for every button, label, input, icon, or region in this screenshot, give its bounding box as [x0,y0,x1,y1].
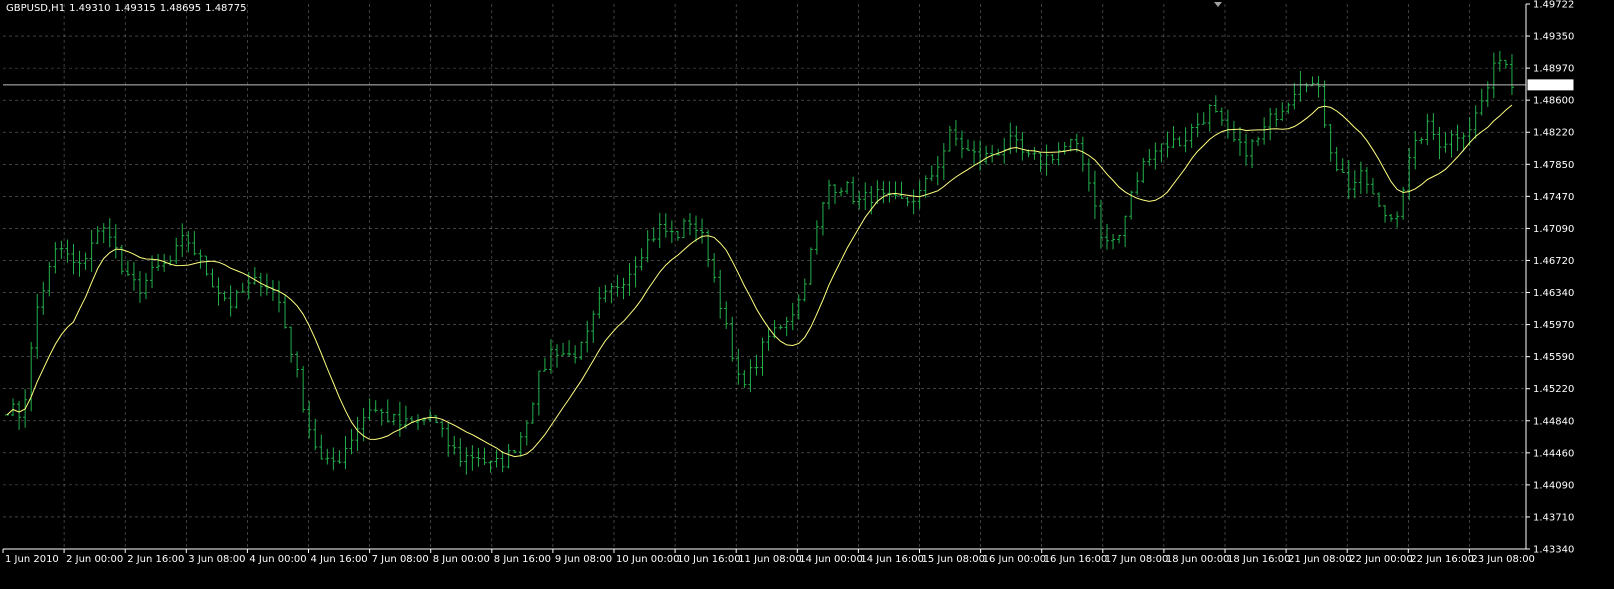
price-axis-label: 1.45220 [1533,384,1574,395]
time-axis-label: 4 Jun 00:00 [249,554,306,565]
current-price-tag: 1.48775 [1526,78,1575,92]
price-axis-label: 1.45590 [1533,352,1574,363]
price-axis-label: 1.48600 [1533,96,1574,107]
time-axis-label: 3 Jun 08:00 [188,554,245,565]
time-axis-label: 11 Jun 08:00 [738,554,802,565]
price-axis-label: 1.49722 [1533,0,1574,11]
time-axis-label: 17 Jun 08:00 [1105,554,1169,565]
price-chart[interactable]: 1.49722 1.49350 1.48970 1.48600 1.48220 1.478… [0,0,1614,589]
time-axis-label: 8 Jun 16:00 [494,554,551,565]
time-axis-label: 14 Jun 00:00 [799,554,863,565]
time-axis-label: 10 Jun 16:00 [677,554,741,565]
close-price-value: 1.48775 [205,3,247,14]
high-price-value: 1.49315 [114,3,156,14]
time-axis-label: 1 Jun 2010 [5,554,59,565]
price-axis-label: 1.45970 [1533,320,1574,331]
open-price-value: 1.49310 [69,3,111,14]
time-axis-label: 8 Jun 00:00 [433,554,490,565]
price-axis-label: 1.48220 [1533,128,1574,139]
current-price-tag-label: 1.48775 [1532,81,1573,92]
price-axis-label: 1.47470 [1533,192,1574,203]
price-axis-label: 1.46720 [1533,256,1574,267]
time-axis[interactable]: 1 Jun 2010 2 Jun 00:00 2 Jun 16:00 3 Jun 08… [2,548,1535,565]
time-axis-label: 16 Jun 16:00 [1044,554,1108,565]
price-axis-label: 1.47850 [1533,160,1574,171]
time-axis-label: 18 Jun 00:00 [1166,554,1230,565]
ohlc-bars [5,50,1514,475]
time-axis-label: 2 Jun 16:00 [127,554,184,565]
time-axis-label: 10 Jun 00:00 [616,554,680,565]
time-axis-label: 16 Jun 00:00 [983,554,1047,565]
price-axis-label: 1.43340 [1533,545,1574,556]
price-axis-label: 1.46340 [1533,288,1574,299]
price-axis-label: 1.49350 [1533,32,1574,43]
time-axis-label: 23 Jun 08:00 [1471,554,1535,565]
time-axis-label: 2 Jun 00:00 [66,554,123,565]
symbol-timeframe-label: GBPUSD,H1 [6,3,66,14]
price-axis-label: 1.44840 [1533,416,1574,427]
time-axis-label: 4 Jun 16:00 [311,554,368,565]
time-axis-label: 9 Jun 08:00 [555,554,612,565]
time-axis-label: 22 Jun 16:00 [1410,554,1474,565]
price-axis-label: 1.44460 [1533,448,1574,459]
chart-window: 1.49722 1.49350 1.48970 1.48600 1.48220 1.478… [0,0,1614,589]
price-axis-label: 1.48970 [1533,64,1574,75]
price-axis-label: 1.43710 [1533,512,1574,523]
time-axis-label: 15 Jun 08:00 [922,554,986,565]
time-axis-label: 21 Jun 08:00 [1288,554,1352,565]
low-price-value: 1.48695 [159,3,202,14]
time-axis-label: 14 Jun 16:00 [860,554,924,565]
grid-layer [3,4,1526,549]
time-axis-label: 7 Jun 08:00 [372,554,429,565]
price-axis-label: 1.47090 [1533,224,1574,235]
chart-shift-marker-icon[interactable] [1214,2,1222,7]
chart-info-header: GBPUSD,H1 1.49310 1.49315 1.48695 1.48775 [6,3,251,14]
time-axis-label: 22 Jun 00:00 [1349,554,1413,565]
time-axis-label: 18 Jun 16:00 [1227,554,1291,565]
price-axis-label: 1.44090 [1533,480,1574,491]
